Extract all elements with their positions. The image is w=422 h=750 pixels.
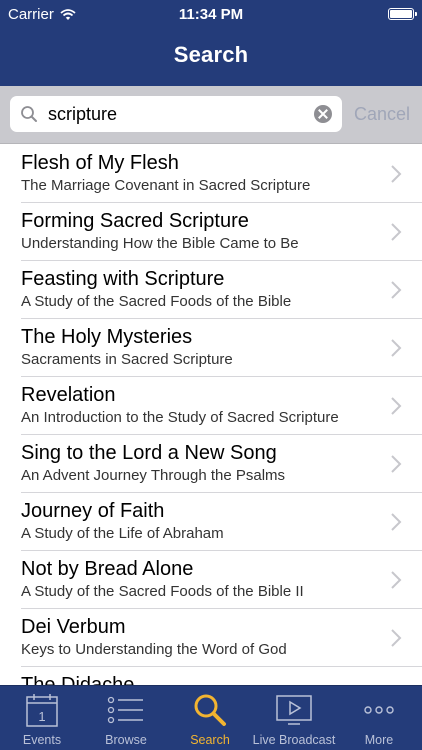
results-list: Flesh of My Flesh The Marriage Covenant … bbox=[0, 145, 422, 685]
tab-browse[interactable]: Browse bbox=[84, 686, 168, 750]
item-title: The Holy Mysteries bbox=[21, 326, 193, 348]
tab-live-broadcast[interactable]: Live Broadcast bbox=[252, 686, 336, 750]
list-item[interactable]: The Holy Mysteries Sacraments in Sacred … bbox=[0, 319, 422, 377]
list-item[interactable]: Journey of Faith A Study of the Life of … bbox=[0, 493, 422, 551]
tab-bar: 1 Events Browse Search Live Broadcast Mo… bbox=[0, 685, 422, 750]
item-subtitle: An Introduction to the Study of Sacred S… bbox=[21, 409, 339, 426]
navigation-bar: Carrier 11:34 PM Search bbox=[0, 0, 422, 86]
list-item[interactable]: Feasting with Scripture A Study of the S… bbox=[0, 261, 422, 319]
chevron-right-icon bbox=[391, 397, 402, 415]
tab-label: Events bbox=[22, 733, 62, 747]
list-item[interactable]: Not by Bread Alone A Study of the Sacred… bbox=[0, 551, 422, 609]
search-field[interactable] bbox=[10, 96, 342, 132]
search-input[interactable] bbox=[48, 102, 308, 126]
chevron-right-icon bbox=[391, 455, 402, 473]
list-item[interactable]: The Didache bbox=[0, 667, 422, 685]
chevron-right-icon bbox=[391, 629, 402, 647]
status-time: 11:34 PM bbox=[178, 6, 244, 23]
more-icon bbox=[364, 706, 394, 714]
item-title: Feasting with Scripture bbox=[21, 268, 225, 290]
item-title: Sing to the Lord a New Song bbox=[21, 442, 277, 464]
clear-icon[interactable] bbox=[314, 105, 332, 123]
item-subtitle: A Study of the Sacred Foods of the Bible… bbox=[21, 583, 304, 600]
list-icon bbox=[107, 696, 143, 724]
list-item[interactable]: Flesh of My Flesh The Marriage Covenant … bbox=[0, 145, 422, 203]
item-title: Journey of Faith bbox=[21, 500, 165, 522]
calendar-icon: 1 bbox=[26, 694, 58, 727]
list-item[interactable]: Revelation An Introduction to the Study … bbox=[0, 377, 422, 435]
tab-label: Browse bbox=[105, 733, 147, 747]
tab-search[interactable]: Search bbox=[168, 686, 252, 750]
item-title: Dei Verbum bbox=[21, 616, 126, 638]
item-subtitle: Understanding How the Bible Came to Be bbox=[21, 235, 299, 252]
battery-icon bbox=[388, 8, 417, 20]
item-title: Not by Bread Alone bbox=[21, 558, 194, 580]
list-item[interactable]: Sing to the Lord a New Song An Advent Jo… bbox=[0, 435, 422, 493]
item-subtitle: Keys to Understanding the Word of God bbox=[21, 641, 287, 658]
chevron-right-icon bbox=[391, 165, 402, 183]
item-title: Revelation bbox=[21, 384, 116, 406]
tab-label: More bbox=[364, 733, 394, 747]
chevron-right-icon bbox=[391, 339, 402, 357]
status-bar: Carrier 11:34 PM bbox=[0, 0, 422, 30]
page-title: Search bbox=[173, 42, 249, 67]
cancel-button[interactable]: Cancel bbox=[354, 104, 410, 125]
chevron-right-icon bbox=[391, 223, 402, 241]
tab-label: Search bbox=[190, 733, 230, 747]
search-icon bbox=[194, 694, 226, 726]
tab-label: Live Broadcast bbox=[252, 733, 336, 747]
item-subtitle: An Advent Journey Through the Psalms bbox=[21, 467, 286, 484]
list-item[interactable]: Dei Verbum Keys to Understanding the Wor… bbox=[0, 609, 422, 667]
tab-more[interactable]: More bbox=[336, 686, 422, 750]
list-item[interactable]: Forming Sacred Scripture Understanding H… bbox=[0, 203, 422, 261]
chevron-right-icon bbox=[391, 571, 402, 589]
search-icon bbox=[21, 106, 37, 122]
play-screen-icon bbox=[276, 695, 312, 725]
chevron-right-icon bbox=[391, 513, 402, 531]
search-bar: Cancel bbox=[0, 86, 422, 144]
item-title: Forming Sacred Scripture bbox=[21, 210, 249, 232]
item-subtitle: A Study of the Sacred Foods of the Bible bbox=[21, 293, 292, 310]
chevron-right-icon bbox=[391, 281, 402, 299]
item-title: Flesh of My Flesh bbox=[21, 152, 179, 174]
item-subtitle: A Study of the Life of Abraham bbox=[21, 525, 224, 542]
item-subtitle: Sacraments in Sacred Scripture bbox=[21, 351, 233, 368]
tab-events[interactable]: 1 Events bbox=[0, 686, 84, 750]
item-subtitle: The Marriage Covenant in Sacred Scriptur… bbox=[21, 177, 311, 194]
item-title: The Didache bbox=[21, 674, 135, 685]
calendar-day: 1 bbox=[38, 709, 45, 724]
